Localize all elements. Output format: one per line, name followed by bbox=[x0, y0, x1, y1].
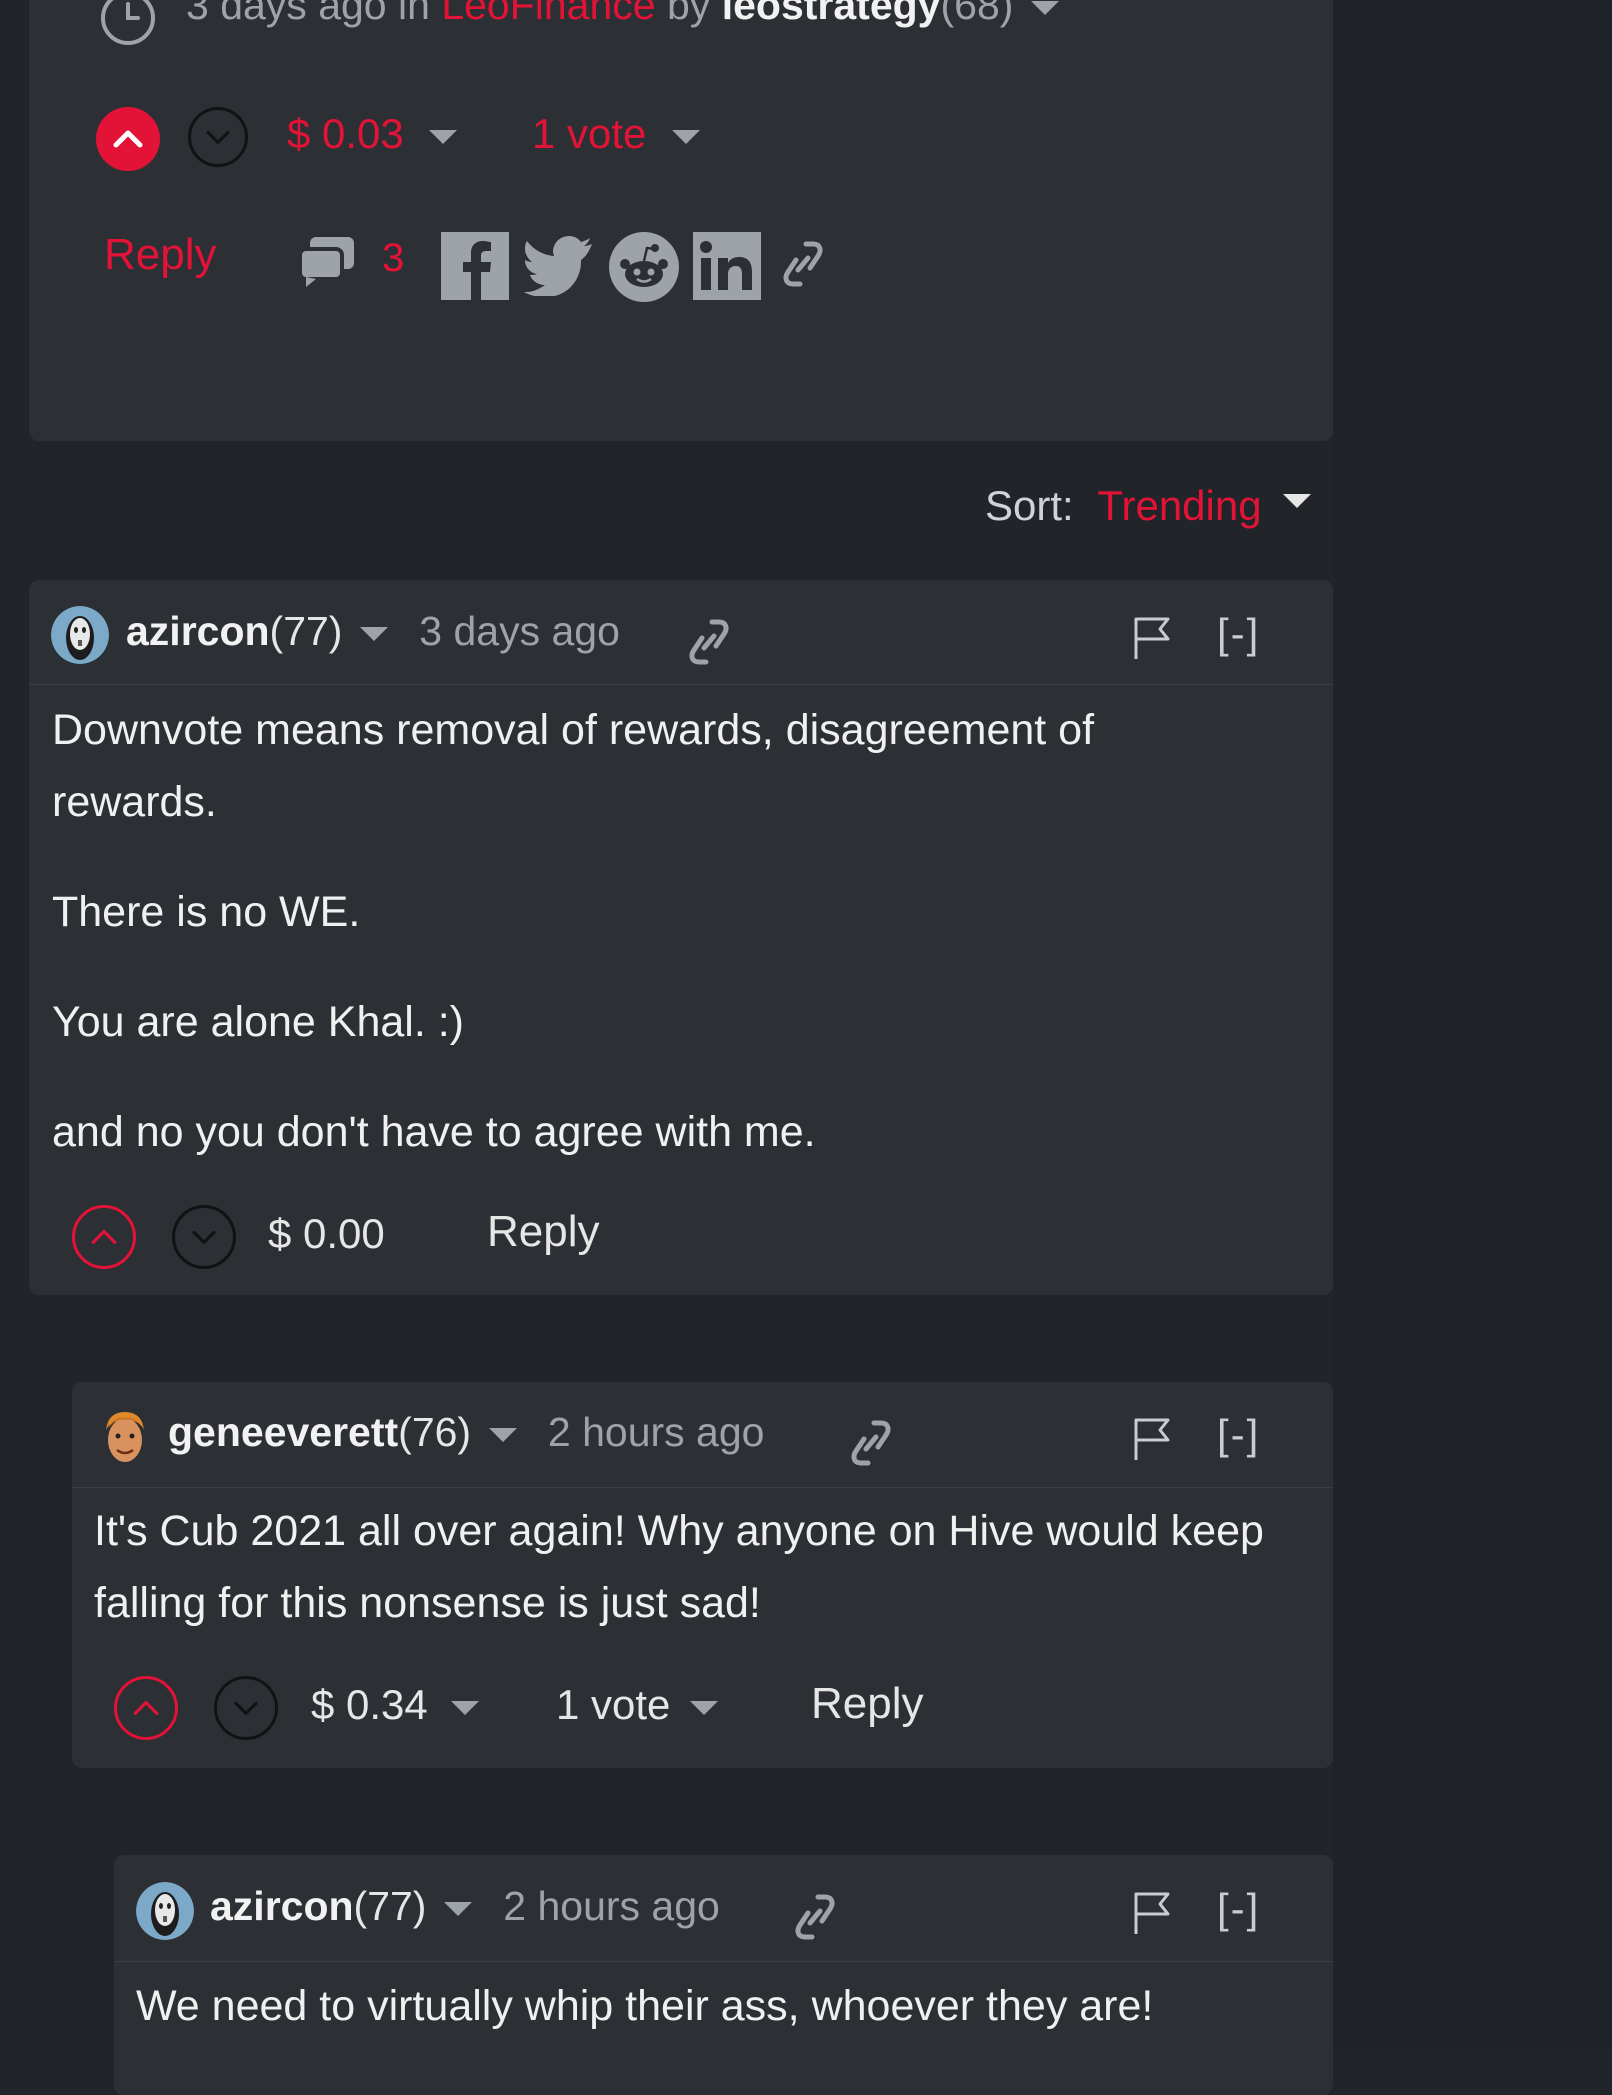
comment-payout: $ 0.00 bbox=[268, 1210, 385, 1257]
avatar[interactable] bbox=[96, 1408, 154, 1466]
divider bbox=[114, 1961, 1333, 1962]
collapse-toggle[interactable]: [-] bbox=[1217, 610, 1260, 658]
divider bbox=[29, 684, 1333, 685]
comment-count: 3 bbox=[382, 236, 405, 280]
link-icon[interactable] bbox=[848, 1415, 894, 1471]
downvote-icon bbox=[192, 1230, 216, 1245]
comment-author-rep: (76) bbox=[398, 1409, 472, 1455]
chevron-down-icon bbox=[429, 129, 458, 144]
linkedin-icon[interactable] bbox=[693, 232, 761, 300]
comment-author-rep: (77) bbox=[269, 608, 343, 654]
post-votes-value: 1 vote bbox=[532, 110, 647, 157]
upvote-button[interactable] bbox=[72, 1205, 136, 1269]
post-meta: 3 days ago in LeoFinance by leostrategy(… bbox=[186, 0, 1059, 29]
facebook-icon[interactable] bbox=[441, 232, 509, 300]
comment-paragraph: Downvote means removal of rewards, disag… bbox=[52, 706, 1095, 826]
chevron-down-icon bbox=[1283, 494, 1312, 508]
twitter-icon[interactable] bbox=[524, 236, 594, 296]
collapse-toggle[interactable]: [-] bbox=[1217, 1885, 1260, 1933]
comment-paragraph: We need to virtually whip their ass, who… bbox=[136, 1982, 1154, 2030]
upvote-icon bbox=[91, 1229, 117, 1245]
comment-header: geneeverett(76) 2 hours ago bbox=[168, 1409, 764, 1456]
right-gutter bbox=[1334, 0, 1612, 2048]
comment-votes-value: 1 vote bbox=[556, 1681, 671, 1728]
post-footer-card bbox=[29, 0, 1333, 441]
post-payout[interactable]: $ 0.03 bbox=[287, 110, 458, 158]
flag-icon[interactable] bbox=[1132, 1416, 1172, 1462]
chevron-down-icon[interactable] bbox=[1030, 1, 1059, 16]
comment-author-link[interactable]: azircon bbox=[126, 608, 270, 654]
downvote-button[interactable] bbox=[214, 1676, 278, 1740]
post-by: by bbox=[667, 0, 711, 28]
chevron-down-icon[interactable] bbox=[359, 627, 388, 642]
chevron-down-icon bbox=[672, 129, 701, 144]
comment-author-link[interactable]: azircon bbox=[210, 1883, 354, 1929]
post-payout-value: $ 0.03 bbox=[287, 110, 404, 157]
downvote-button[interactable] bbox=[188, 107, 248, 167]
sort-control[interactable]: Sort: Trending bbox=[985, 482, 1312, 530]
downvote-button[interactable] bbox=[172, 1205, 236, 1269]
comment-time[interactable]: 2 hours ago bbox=[503, 1883, 720, 1929]
comment-payout[interactable]: $ 0.34 bbox=[311, 1681, 480, 1729]
avatar[interactable] bbox=[136, 1882, 194, 1940]
post-author-link[interactable]: leostrategy bbox=[722, 0, 941, 28]
link-icon[interactable] bbox=[686, 614, 732, 670]
flag-icon[interactable] bbox=[1132, 1890, 1172, 1936]
avatar[interactable] bbox=[51, 606, 109, 664]
comment-reply-button[interactable]: Reply bbox=[811, 1679, 924, 1729]
comment-payout-value: $ 0.34 bbox=[311, 1681, 428, 1728]
flag-icon[interactable] bbox=[1132, 615, 1172, 661]
comments-icon[interactable] bbox=[296, 233, 358, 291]
downvote-icon bbox=[206, 130, 230, 144]
downvote-icon bbox=[234, 1701, 258, 1716]
link-icon[interactable] bbox=[780, 236, 826, 292]
comment-time[interactable]: 2 hours ago bbox=[548, 1409, 765, 1455]
clock-icon bbox=[101, 0, 155, 45]
comment-body: It's Cub 2021 all over again! Why anyone… bbox=[94, 1495, 1319, 1639]
comment-body: Downvote means removal of rewards, disag… bbox=[52, 694, 1172, 1168]
comment-votes[interactable]: 1 vote bbox=[556, 1681, 719, 1729]
comment-paragraph: There is no WE. bbox=[52, 888, 361, 936]
comment-reply-button[interactable]: Reply bbox=[487, 1207, 600, 1257]
upvote-button[interactable] bbox=[114, 1676, 178, 1740]
chevron-down-icon[interactable] bbox=[488, 1428, 517, 1443]
comment-paragraph: You are alone Khal. :) bbox=[52, 998, 464, 1046]
comment-paragraph: It's Cub 2021 all over again! Why anyone… bbox=[94, 1507, 1264, 1627]
comment-body: We need to virtually whip their ass, who… bbox=[136, 1970, 1316, 2042]
chevron-down-icon bbox=[690, 1700, 719, 1715]
sort-value: Trending bbox=[1097, 482, 1262, 529]
comment-header: azircon(77) 3 days ago bbox=[126, 608, 620, 655]
upvote-button[interactable] bbox=[96, 107, 160, 171]
sort-label: Sort: bbox=[985, 482, 1074, 529]
divider bbox=[72, 1487, 1333, 1488]
upvote-icon bbox=[113, 130, 143, 148]
comment-header: azircon(77) 2 hours ago bbox=[210, 1883, 720, 1930]
comment-time[interactable]: 3 days ago bbox=[419, 608, 620, 654]
comment-author-rep: (77) bbox=[353, 1883, 427, 1929]
comment-paragraph: and no you don't have to agree with me. bbox=[52, 1108, 816, 1156]
post-reply-button[interactable]: Reply bbox=[104, 230, 217, 280]
reddit-icon[interactable] bbox=[609, 232, 679, 302]
post-time: 3 days ago in bbox=[186, 0, 430, 28]
chevron-down-icon[interactable] bbox=[443, 1902, 472, 1917]
post-community-link[interactable]: LeoFinance bbox=[441, 0, 655, 28]
post-votes[interactable]: 1 vote bbox=[532, 110, 701, 158]
link-icon[interactable] bbox=[792, 1889, 838, 1945]
upvote-icon bbox=[133, 1700, 159, 1716]
comment-author-link[interactable]: geneeverett bbox=[168, 1409, 398, 1455]
post-author-rep: (68) bbox=[940, 0, 1014, 28]
chevron-down-icon bbox=[451, 1700, 480, 1715]
collapse-toggle[interactable]: [-] bbox=[1217, 1411, 1260, 1459]
